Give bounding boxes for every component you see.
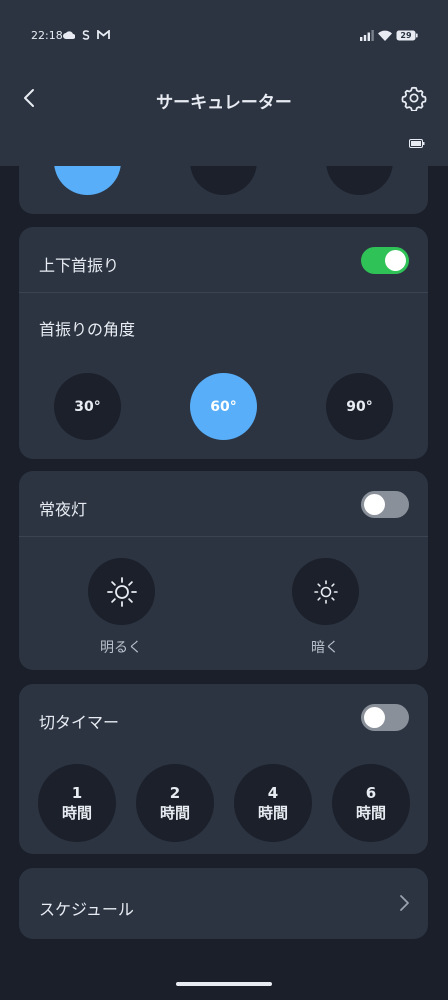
vertical-swing-toggle[interactable] [361,247,409,274]
swing-angle-title: 首振りの角度 [39,320,136,339]
status-time: 22:18 [31,29,63,42]
sun-bright-icon [106,576,137,607]
page-title: サーキュレーター [156,93,292,113]
mail-icon [97,28,110,42]
night-light-title: 常夜灯 [39,500,88,519]
off-timer-toggle[interactable] [361,704,409,731]
off-timer-title: 切タイマー [39,713,120,732]
toggle-knob [385,250,406,271]
timer-option-4h[interactable]: 4 時間 [234,764,312,842]
battery-icon: 29 [396,28,418,42]
brightness-up-label: 明るく [100,640,142,656]
night-light-card: 常夜灯 明るく 暗く [19,471,428,670]
toggle-knob [364,494,385,515]
battery-level: 29 [400,30,412,40]
toggle-knob [364,707,385,728]
timer-option-2h[interactable]: 2 時間 [136,764,214,842]
vertical-swing-title: 上下首振り [39,256,120,275]
schedule-row[interactable]: スケジュール [19,868,428,939]
angle-option-30[interactable]: 30° [54,373,121,440]
gear-icon[interactable] [401,85,427,111]
app-header: 22:18 29 サーキュレーター [0,0,448,166]
angle-option-90[interactable]: 90° [326,373,393,440]
timer-option-6h[interactable]: 6 時間 [332,764,410,842]
s-app-icon [82,28,90,42]
night-light-toggle[interactable] [361,491,409,518]
vertical-swing-card: 上下首振り 首振りの角度 30° 60° 90° [19,227,428,459]
home-indicator[interactable] [176,982,272,986]
device-battery-icon [409,139,425,148]
signal-icon [360,28,374,42]
wifi-icon [378,28,392,42]
brightness-up-button[interactable] [88,558,155,625]
status-bar: 22:18 29 [0,22,448,50]
chevron-right-icon [400,895,409,911]
cloud-icon [63,28,75,42]
angle-option-60[interactable]: 60° [190,373,257,440]
divider [19,292,428,293]
brightness-down-label: 暗く [311,640,339,656]
schedule-title: スケジュール [39,900,134,919]
brightness-down-button[interactable] [292,558,359,625]
timer-option-1h[interactable]: 1 時間 [38,764,116,842]
off-timer-card: 切タイマー 1 時間 2 時間 4 時間 6 時間 [19,684,428,854]
sun-dim-icon [313,579,338,604]
divider [19,536,428,537]
